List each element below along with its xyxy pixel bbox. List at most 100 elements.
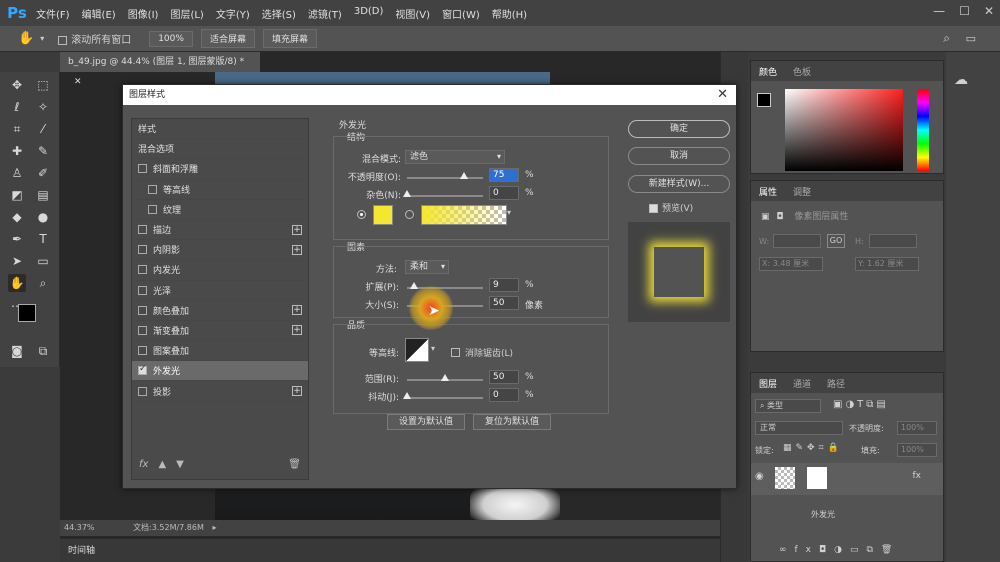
style-list-item[interactable]: 颜色叠加 + — [132, 301, 308, 321]
preview-checkbox[interactable] — [649, 204, 658, 213]
tab-swatches[interactable]: 色板 — [785, 65, 819, 78]
dodge-tool-icon[interactable]: ● — [34, 208, 52, 226]
opacity-slider-thumb[interactable] — [460, 172, 468, 179]
range-input[interactable]: 50 — [489, 370, 519, 384]
lock-icons[interactable]: ▦✎✥⌗🔒 — [783, 443, 843, 453]
properties-w-input[interactable] — [773, 234, 821, 248]
type-tool-icon[interactable]: T — [34, 230, 52, 248]
lasso-tool-icon[interactable]: ℓ — [8, 98, 26, 116]
glow-gradient-picker[interactable] — [421, 205, 507, 225]
style-list-item[interactable]: 纹理 — [132, 200, 308, 220]
style-checkbox[interactable] — [138, 265, 147, 275]
layer-fill-input[interactable]: 100% — [897, 443, 937, 457]
color-field[interactable] — [785, 89, 903, 171]
fit-screen-button[interactable]: 适合屏幕 — [200, 29, 255, 48]
opacity-input[interactable]: 75 — [489, 168, 519, 182]
style-checkbox[interactable] — [138, 225, 147, 235]
foreground-color[interactable] — [18, 304, 36, 322]
style-checkbox[interactable] — [138, 305, 147, 315]
tab-properties[interactable]: 属性 — [751, 185, 785, 198]
menu-item[interactable]: 视图(V) — [389, 6, 436, 21]
add-style-icon[interactable]: + — [292, 386, 302, 397]
style-checkbox[interactable] — [148, 184, 157, 194]
menu-item[interactable]: 图层(L) — [164, 6, 209, 21]
add-style-icon[interactable]: + — [292, 224, 302, 235]
size-input[interactable]: 50 — [489, 296, 519, 310]
crop-tool-icon[interactable]: ⌗ — [8, 120, 26, 138]
tab-color[interactable]: 颜色 — [751, 65, 785, 78]
reset-default-button[interactable]: 复位为默认值 — [473, 414, 551, 430]
preview-option[interactable]: 预览(V) — [649, 201, 693, 214]
style-checkbox[interactable] — [138, 386, 147, 396]
menu-item[interactable]: 文件(F) — [30, 6, 76, 21]
hand-tool-active-icon[interactable]: ✋ — [8, 274, 26, 292]
style-list-item[interactable]: 渐变叠加 + — [132, 321, 308, 342]
eyedropper-icon[interactable]: ⁄ — [34, 120, 52, 138]
spread-slider-thumb[interactable] — [409, 282, 418, 289]
maximize-icon[interactable]: ☐ — [959, 4, 970, 18]
style-checkbox[interactable] — [148, 204, 157, 214]
layer-kind-filter[interactable]: ⌕ 类型 — [755, 399, 821, 413]
style-list-item[interactable]: 描边 + — [132, 220, 308, 241]
style-list-item[interactable]: 光泽 — [132, 281, 308, 301]
workspace-icon[interactable]: ▭ — [966, 32, 976, 45]
menu-item[interactable]: 编辑(E) — [76, 6, 122, 21]
new-style-button[interactable]: 新建样式(W)... — [628, 175, 730, 193]
tab-layers[interactable]: 图层 — [751, 377, 785, 390]
creative-cloud-icon[interactable]: ☁ — [954, 72, 968, 88]
chevron-down-icon[interactable]: ▾ — [40, 34, 44, 43]
noise-slider-thumb[interactable] — [403, 190, 411, 197]
color-panel-foreground[interactable] — [757, 93, 771, 107]
magic-wand-icon[interactable]: ✧ — [34, 98, 52, 116]
contour-picker[interactable] — [405, 338, 429, 362]
tab-adjustments[interactable]: 调整 — [785, 185, 819, 198]
menu-item[interactable]: 帮助(H) — [486, 6, 533, 21]
layers-bottom-icons[interactable]: ∞fx◘◑▭⧉🗑 — [779, 545, 900, 555]
menu-item[interactable]: 窗口(W) — [436, 6, 486, 21]
document-tab[interactable]: b_49.jpg @ 44.4% (图层 1, 图层蒙版/8) * ✕ — [60, 52, 260, 87]
noise-slider[interactable] — [403, 190, 483, 197]
style-checkbox[interactable] — [138, 364, 147, 376]
style-checkbox[interactable] — [138, 164, 147, 174]
layer-opacity-input[interactable]: 100% — [897, 421, 937, 435]
technique-select[interactable]: 柔和 — [405, 260, 449, 274]
timeline-label[interactable]: 时间轴 — [68, 546, 95, 556]
tab-paths[interactable]: 路径 — [819, 377, 853, 390]
zoom-100-button[interactable]: 100% — [149, 30, 193, 47]
move-tool-icon[interactable]: ✥ — [8, 76, 26, 94]
move-up-icon[interactable]: ▲ — [158, 459, 166, 470]
scroll-all-checkbox[interactable] — [58, 35, 68, 45]
menu-item[interactable]: 图像(I) — [122, 6, 165, 21]
healing-brush-icon[interactable]: ✚ — [8, 142, 26, 160]
dialog-close-icon[interactable]: ✕ — [717, 85, 728, 105]
jitter-slider-thumb[interactable] — [403, 392, 411, 399]
style-list-item[interactable]: 等高线 — [132, 180, 308, 200]
jitter-input[interactable]: 0 — [489, 388, 519, 402]
solid-color-radio[interactable] — [357, 210, 366, 219]
range-slider-thumb[interactable] — [441, 374, 449, 381]
search-icon[interactable]: ⌕ — [943, 31, 950, 46]
gradient-dropdown-icon[interactable]: ▾ — [507, 208, 511, 217]
style-list-item[interactable]: 样式 — [132, 119, 308, 140]
marquee-tool-icon[interactable]: ⬚ — [34, 76, 52, 94]
hue-slider[interactable] — [917, 89, 929, 171]
ok-button[interactable]: 确定 — [628, 120, 730, 138]
menu-item[interactable]: 滤镜(T) — [302, 6, 348, 21]
scroll-all-windows-option[interactable]: 滚动所有窗口 — [58, 31, 131, 46]
fill-screen-button[interactable]: 填充屏幕 — [262, 29, 317, 48]
noise-input[interactable]: 0 — [489, 186, 519, 200]
menu-item[interactable]: 3D(D) — [348, 6, 390, 21]
add-style-icon[interactable]: + — [292, 305, 302, 316]
add-style-icon[interactable]: + — [292, 325, 302, 336]
style-list-item[interactable]: 图案叠加 — [132, 341, 308, 362]
fx-menu-button[interactable]: fx — [139, 459, 148, 470]
clone-stamp-icon[interactable]: ♙ — [8, 164, 26, 182]
style-list-item[interactable]: 内阴影 + — [132, 240, 308, 261]
properties-h-input[interactable] — [869, 234, 917, 248]
style-checkbox[interactable] — [138, 325, 147, 335]
layer-filter-icons[interactable]: ▣◑T⧉▤ — [833, 399, 889, 410]
tab-channels[interactable]: 通道 — [785, 377, 819, 390]
eraser-icon[interactable]: ◩ — [8, 186, 26, 204]
history-brush-icon[interactable]: ✐ — [34, 164, 52, 182]
hand-tool-icon[interactable]: ✋ — [18, 31, 34, 46]
